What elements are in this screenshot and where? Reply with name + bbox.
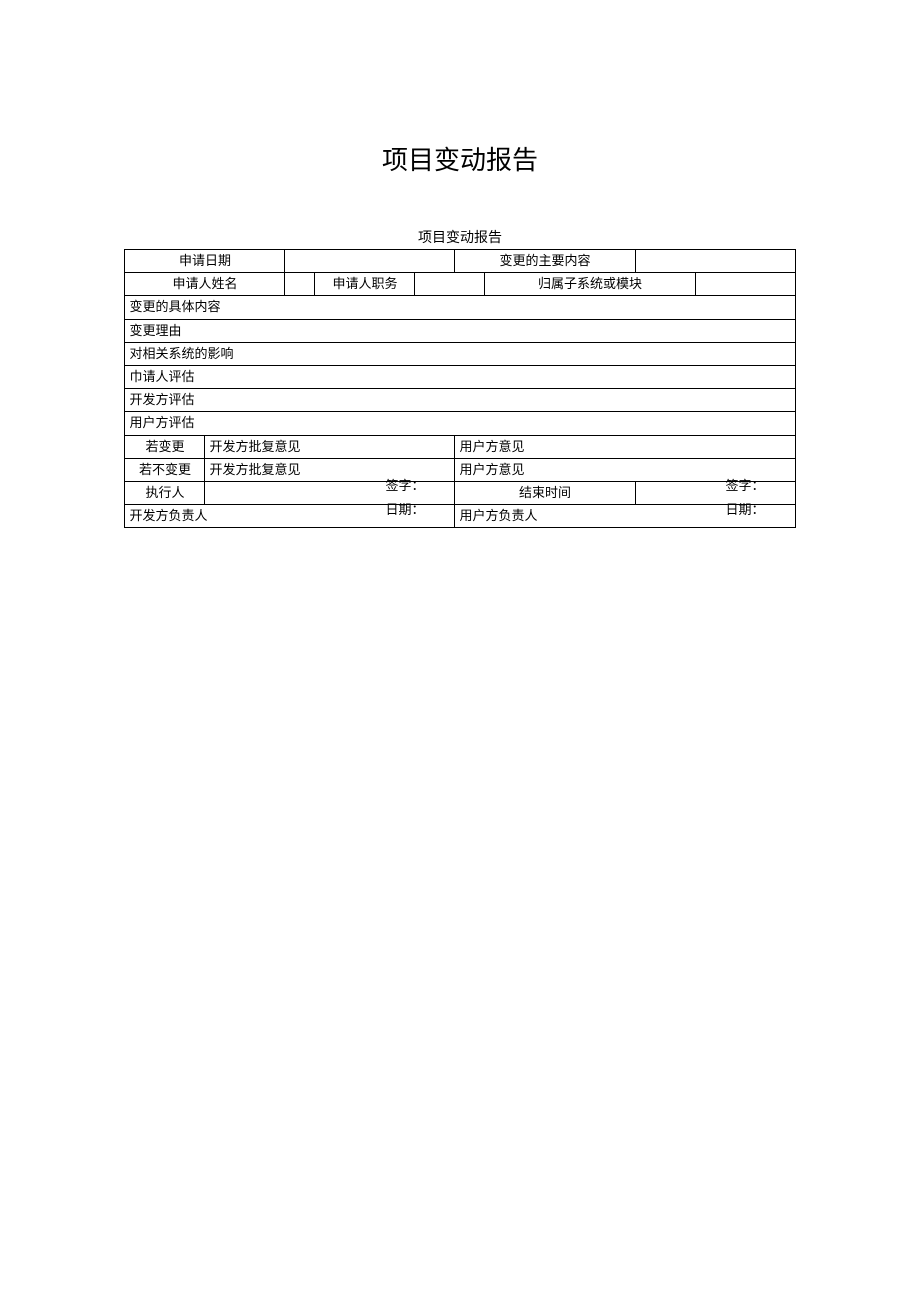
value-subsystem-module — [695, 273, 795, 296]
label-dev-eval: 开发方评估 — [129, 392, 194, 407]
label-subsystem-module: 归属子系统或模块 — [485, 273, 695, 296]
value-apply-date — [285, 250, 455, 273]
label-impact: 对相关系统的影响 — [129, 346, 233, 361]
cell-applicant-eval: 巾请人评估 — [125, 365, 795, 388]
cell-ifchange-dev: 开发方批复意见 — [205, 435, 455, 458]
label-user-manager: 用户方负责人 — [459, 507, 537, 525]
label-user-date: 日期： — [726, 502, 765, 517]
value-applicant-name — [285, 273, 315, 296]
label-executor: 执行人 — [125, 481, 205, 504]
document-title: 项目变动报告 — [0, 140, 920, 177]
value-applicant-post — [415, 273, 485, 296]
label-user-opinion: 用户方意见 — [459, 439, 524, 454]
change-report-table: 申请日期 变更的主要内容 申请人姓名 申请人职务 归属子系统或模块 变更的具体内… — [124, 249, 795, 528]
label-applicant-name: 申请人姓名 — [125, 273, 285, 296]
label-user-eval: 用户方评估 — [129, 415, 194, 430]
cell-dev-manager: 开发方负责人 签字： 日期： — [125, 505, 455, 528]
label-if-change: 若变更 — [125, 435, 205, 458]
document-page: 项目变动报告 项目变动报告 申请日期 变更的主要内容 申请人姓名 申请人职务 — [0, 0, 920, 1301]
cell-change-detail: 变更的具体内容 — [125, 296, 795, 319]
label-user-opinion-2: 用户方意见 — [459, 462, 524, 477]
value-change-main-content — [635, 250, 795, 273]
label-dev-manager: 开发方负责人 — [129, 507, 207, 525]
label-dev-date: 日期： — [385, 502, 424, 517]
label-user-signature: 签字： — [726, 478, 765, 493]
cell-change-reason: 变更理由 — [125, 319, 795, 342]
label-dev-signature: 签字： — [385, 478, 424, 493]
cell-user-eval: 用户方评估 — [125, 412, 795, 435]
label-change-reason: 变更理由 — [129, 323, 181, 338]
label-apply-date: 申请日期 — [125, 250, 285, 273]
cell-dev-eval: 开发方评估 — [125, 389, 795, 412]
cell-ifchange-user: 用户方意见 — [455, 435, 795, 458]
cell-impact: 对相关系统的影响 — [125, 342, 795, 365]
table-caption: 项目变动报告 — [0, 227, 920, 247]
value-end-time — [635, 481, 795, 504]
label-applicant-post: 申请人职务 — [315, 273, 415, 296]
label-change-main-content: 变更的主要内容 — [455, 250, 635, 273]
label-applicant-eval: 巾请人评估 — [129, 369, 194, 384]
label-dev-reply-2: 开发方批复意见 — [209, 462, 300, 477]
label-end-time: 结束时间 — [455, 481, 635, 504]
label-change-detail: 变更的具体内容 — [129, 299, 220, 314]
label-if-not-change: 若不变更 — [125, 458, 205, 481]
label-dev-reply: 开发方批复意见 — [209, 439, 300, 454]
cell-user-manager: 用户方负责人 签字： 日期： — [455, 505, 795, 528]
